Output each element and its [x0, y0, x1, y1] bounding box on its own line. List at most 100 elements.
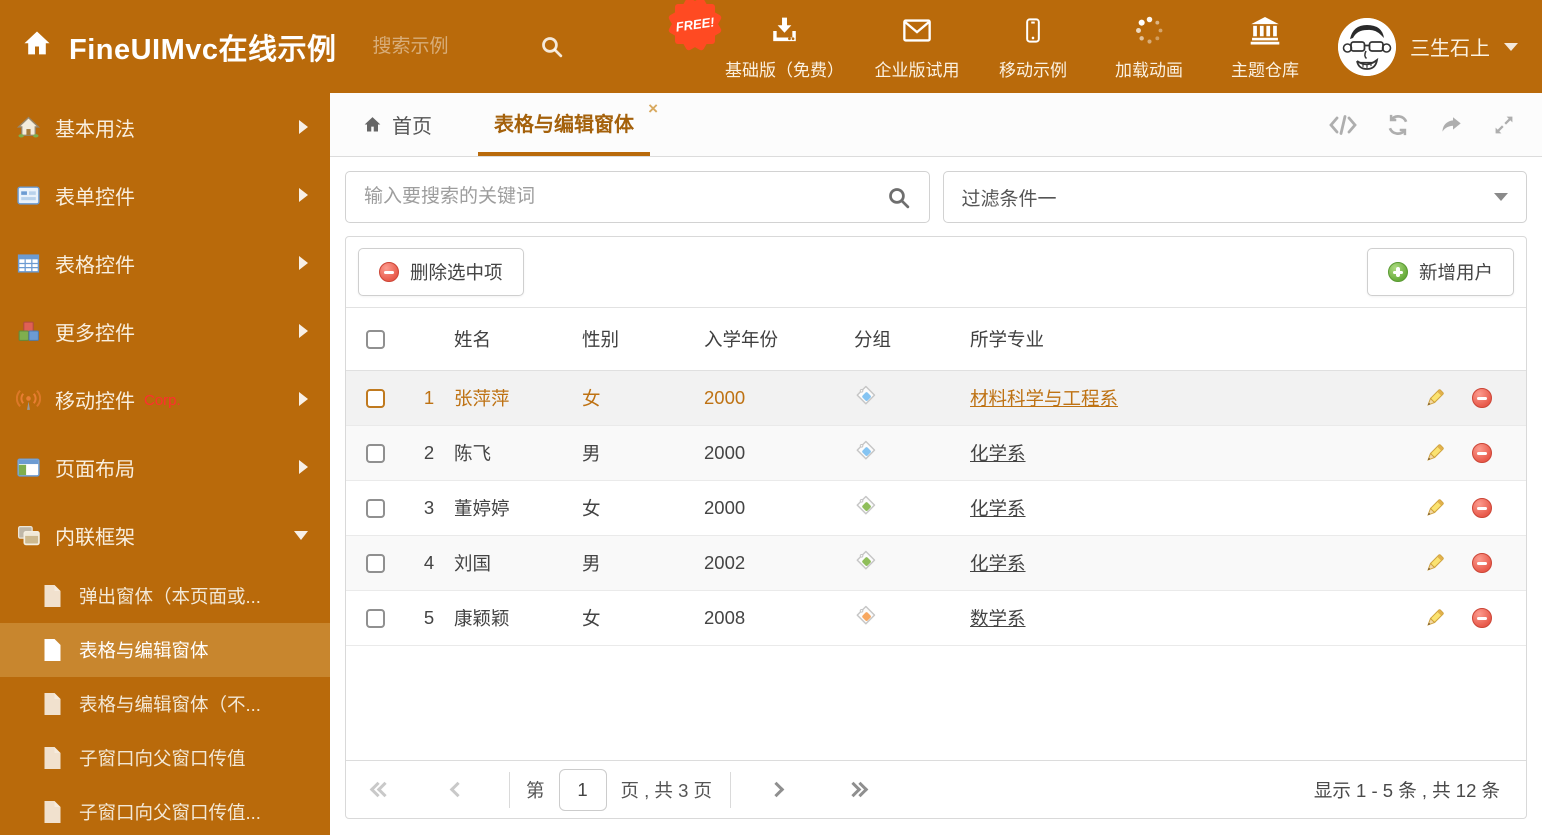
username: 三生石上: [1410, 38, 1490, 60]
major-link[interactable]: 化学系: [970, 550, 1026, 576]
chevron-right-icon: [299, 256, 308, 270]
name-value: 陈飞: [454, 443, 492, 464]
share-button[interactable]: [1438, 113, 1465, 137]
row-checkbox[interactable]: [365, 608, 385, 628]
major-cell: 数学系: [970, 605, 1384, 631]
column-header-1: 性别: [582, 326, 704, 352]
corp-badge: Corp.: [144, 392, 181, 409]
sidebar-item-5[interactable]: 页面布局: [0, 433, 330, 501]
year-value: 2008: [704, 607, 746, 628]
edit-icon[interactable]: [1423, 497, 1446, 520]
column-header-0: 姓名: [454, 326, 582, 352]
select-all-checkbox[interactable]: [365, 329, 385, 349]
sidebar-item-0[interactable]: 基本用法: [0, 93, 330, 161]
year-cell: 2000: [704, 497, 850, 519]
sidebar-item-label: 内联框架: [55, 526, 135, 549]
gender-value: 女: [582, 388, 601, 409]
sidebar-item-3[interactable]: 更多控件: [0, 297, 330, 365]
sidebar-item-6[interactable]: 内联框架: [0, 501, 330, 569]
row-checkbox[interactable]: [365, 553, 385, 573]
page-number-input[interactable]: [558, 768, 607, 811]
pagination-last-button[interactable]: [845, 781, 869, 798]
major-link[interactable]: 化学系: [970, 495, 1026, 521]
sidebar-item-4[interactable]: 移动控件 Corp.: [0, 365, 330, 433]
row-checkbox[interactable]: [365, 443, 385, 463]
major-link[interactable]: 化学系: [970, 440, 1026, 466]
row-number-cell: 5: [404, 607, 454, 629]
pager-divider: [509, 771, 510, 808]
sidebar-subitem-0[interactable]: 弹出窗体（本页面或...: [0, 569, 330, 623]
nav-item-label: 加载动画: [1115, 61, 1183, 80]
gender-cell: 女: [582, 605, 704, 631]
row-number-cell: 4: [404, 552, 454, 574]
header-checkbox-cell: [346, 329, 404, 349]
brand[interactable]: FineUIMvc在线示例: [0, 26, 337, 68]
close-icon[interactable]: ×: [648, 100, 658, 117]
edit-icon[interactable]: [1423, 552, 1446, 575]
table-row: 1 张萍萍 女 2000 材料科学与工程系: [346, 371, 1526, 426]
document-icon: [42, 746, 63, 770]
group-cell: [850, 604, 970, 632]
table-icon: [15, 250, 41, 276]
search-icon[interactable]: [886, 185, 911, 210]
pagination-first-button[interactable]: [369, 781, 393, 798]
edit-icon[interactable]: [1423, 387, 1446, 410]
row-checkbox-cell: [346, 608, 404, 628]
home-icon: [20, 28, 54, 65]
add-user-button[interactable]: 新增用户: [1366, 248, 1514, 296]
user-menu[interactable]: 三生石上: [1338, 17, 1542, 76]
nav-item-download[interactable]: FREE! 基础版（免费）: [667, 0, 844, 81]
pagination-prev-button[interactable]: [449, 781, 466, 798]
delete-icon[interactable]: [1472, 498, 1492, 518]
row-checkbox[interactable]: [365, 388, 385, 408]
keyword-search-input[interactable]: [364, 186, 886, 208]
sidebar-subitem-4[interactable]: 子窗口向父窗口传值...: [0, 785, 330, 835]
actions-cell: [1384, 387, 1526, 410]
column-header-label: 性别: [582, 329, 620, 350]
search-icon[interactable]: [539, 34, 564, 59]
group-cell: [850, 549, 970, 577]
table-header-row: 姓名 性别 入学年份 分组 所学专业: [346, 308, 1526, 371]
tab-home[interactable]: 首页: [362, 93, 432, 156]
sidebar-item-label: 页面布局: [55, 458, 135, 481]
free-badge-label: FREE!: [674, 13, 716, 35]
actions-cell: [1384, 552, 1526, 575]
form-icon: [15, 182, 41, 208]
row-checkbox[interactable]: [365, 498, 385, 518]
year-cell: 2002: [704, 552, 850, 574]
nav-item-bank[interactable]: 主题仓库: [1222, 12, 1308, 81]
avatar[interactable]: [1338, 17, 1396, 76]
sidebar-subitem-2[interactable]: 表格与编辑窗体（不...: [0, 677, 330, 731]
column-header-2: 入学年份: [704, 326, 850, 352]
fullscreen-button[interactable]: [1492, 113, 1516, 137]
delete-icon[interactable]: [1472, 388, 1492, 408]
nav-item-mobile[interactable]: 移动示例: [990, 12, 1076, 81]
tab-active[interactable]: 表格与编辑窗体 ×: [478, 93, 658, 156]
delete-icon[interactable]: [1472, 553, 1492, 573]
edit-icon[interactable]: [1423, 607, 1446, 630]
sidebar-subitem-3[interactable]: 子窗口向父窗口传值: [0, 731, 330, 785]
cubes-icon: [15, 318, 41, 344]
header-search-input[interactable]: [372, 35, 525, 58]
delete-icon[interactable]: [1472, 443, 1492, 463]
delete-selected-button[interactable]: 删除选中项: [358, 248, 524, 296]
major-link[interactable]: 数学系: [970, 605, 1026, 631]
refresh-button[interactable]: [1385, 112, 1411, 138]
sidebar-item-label: 更多控件: [55, 322, 135, 345]
edit-icon[interactable]: [1423, 442, 1446, 465]
sidebar-item-2[interactable]: 表格控件: [0, 229, 330, 297]
home-colored-icon: [15, 114, 41, 140]
gender-value: 女: [582, 608, 601, 629]
sidebar-item-1[interactable]: 表单控件: [0, 161, 330, 229]
nav-item-envelope[interactable]: 企业版试用: [874, 12, 960, 81]
nav-item-spinner[interactable]: 加载动画: [1106, 12, 1192, 81]
header-nav: FREE! 基础版（免费） 企业版试用 移动示例 加载动画 主题仓库: [667, 0, 1308, 81]
filter-select[interactable]: 过滤条件一: [942, 171, 1527, 223]
source-code-button[interactable]: [1328, 114, 1358, 136]
shell: 基本用法 表单控件 表格控件更多控件移动控件 Corp. 页面布局内联框架弹出窗体（本页…: [0, 93, 1542, 835]
pagination-next-button[interactable]: [768, 781, 785, 798]
sidebar-subitem-1[interactable]: 表格与编辑窗体: [0, 623, 330, 677]
document-icon: [42, 584, 63, 608]
delete-icon[interactable]: [1472, 608, 1492, 628]
major-link[interactable]: 材料科学与工程系: [970, 385, 1118, 411]
